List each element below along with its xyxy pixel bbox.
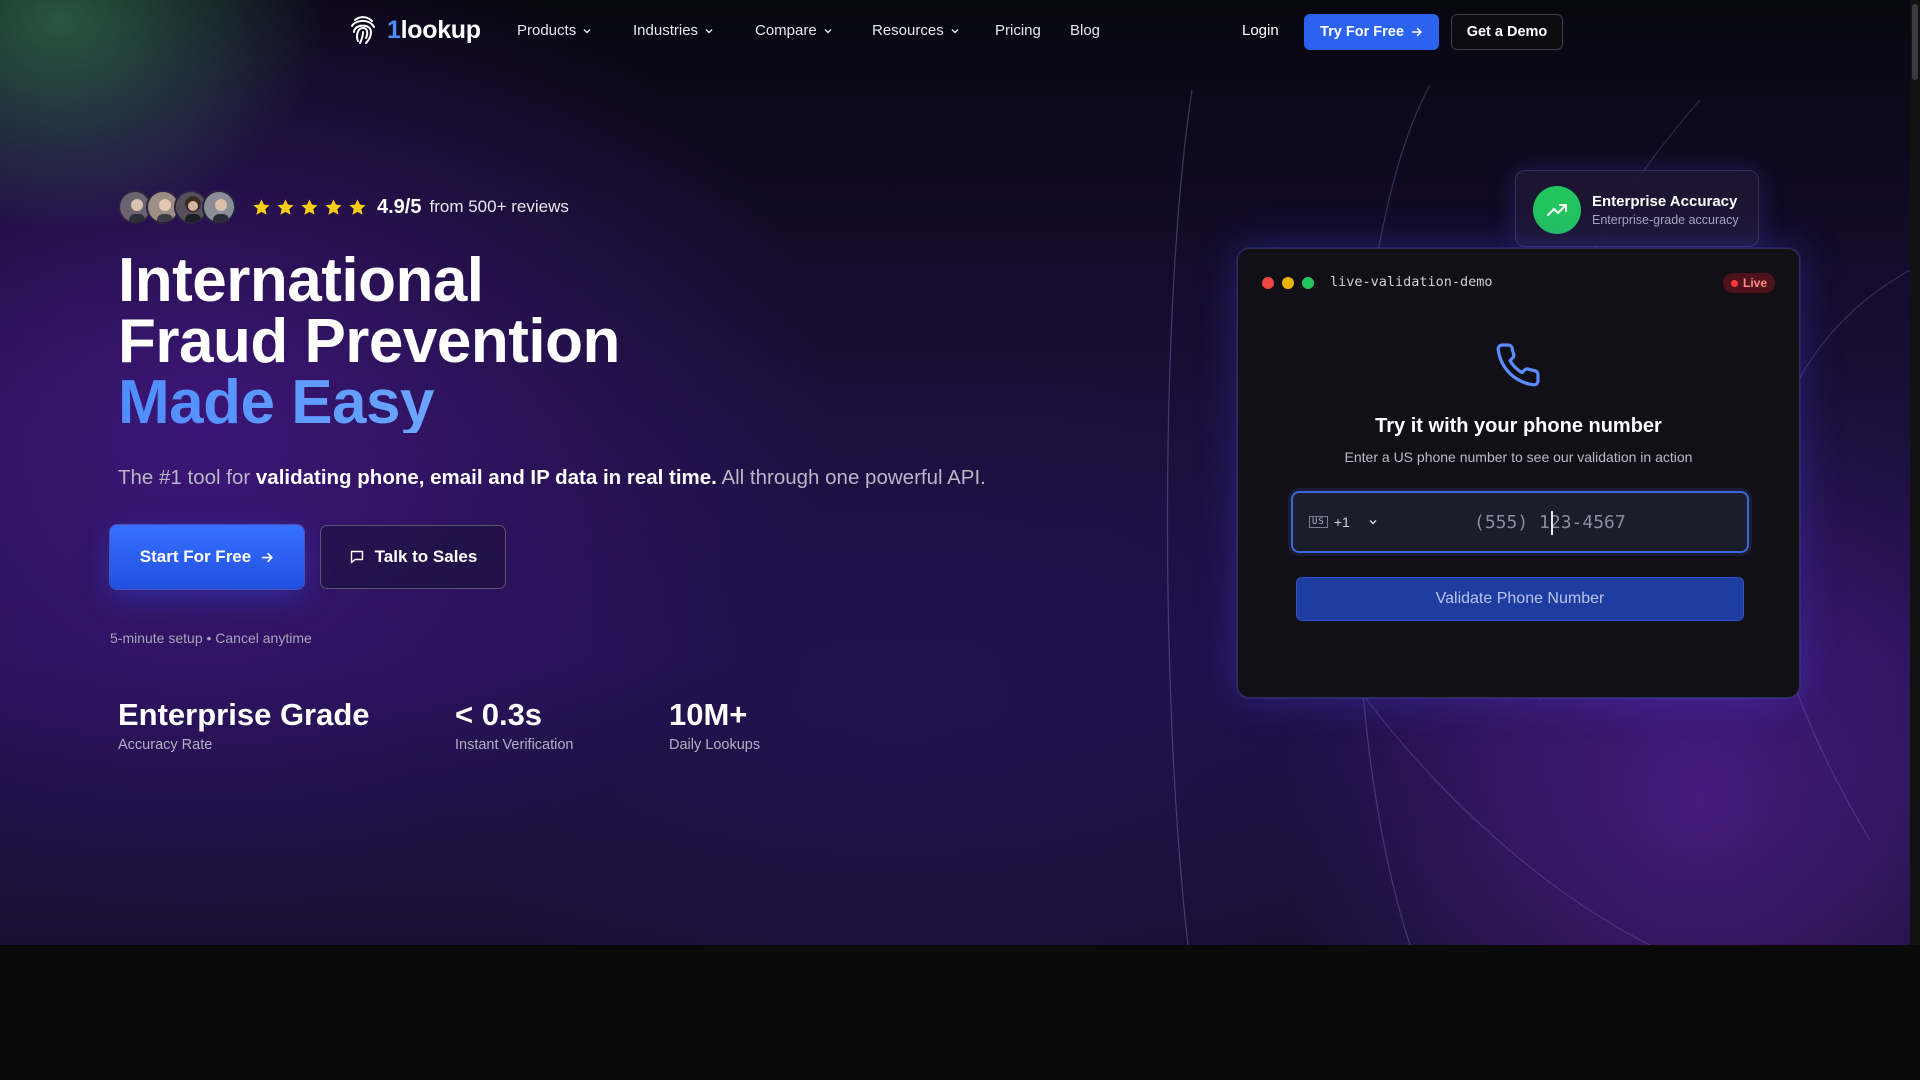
nav-blog[interactable]: Blog bbox=[1070, 22, 1100, 39]
try-free-button[interactable]: Try For Free bbox=[1304, 14, 1439, 50]
country-code: +1 bbox=[1333, 514, 1350, 530]
stat-value: 10M+ bbox=[669, 697, 748, 732]
star-rating bbox=[252, 198, 367, 217]
text-cursor bbox=[1551, 511, 1553, 535]
badge-subtitle: Enterprise-grade accuracy bbox=[1592, 213, 1739, 227]
chevron-down-icon bbox=[583, 28, 591, 33]
nav-blog-label: Blog bbox=[1070, 22, 1101, 39]
rating-reviews: from 500+ reviews bbox=[429, 197, 569, 216]
enterprise-accuracy-badge: Enterprise Accuracy Enterprise-grade acc… bbox=[1515, 170, 1759, 247]
phone-icon bbox=[1496, 343, 1540, 387]
nav-products-label: Products bbox=[517, 22, 577, 39]
window-close-dot bbox=[1262, 277, 1274, 289]
stat-value: Enterprise Grade bbox=[118, 697, 370, 732]
top-nav: 1lookup Products Industries Compare Reso… bbox=[0, 0, 1910, 64]
live-label: Live bbox=[1742, 276, 1767, 290]
us-flag-icon: US bbox=[1309, 516, 1328, 528]
hero-title-accent: Made Easy bbox=[118, 372, 620, 434]
try-free-label: Try For Free bbox=[1320, 24, 1404, 40]
talk-to-sales-button[interactable]: Talk to Sales bbox=[320, 525, 506, 589]
star-icon bbox=[325, 198, 342, 215]
nav-industries-label: Industries bbox=[633, 22, 699, 39]
stat-label: Accuracy Rate bbox=[118, 737, 213, 753]
setup-note: 5-minute setup • Cancel anytime bbox=[110, 630, 312, 646]
chevron-down-icon bbox=[1369, 519, 1377, 525]
stat-speed: < 0.3s Instant Verification bbox=[455, 697, 574, 753]
rating-row: 4.9/5 from 500+ reviews bbox=[118, 190, 569, 224]
scrollbar-thumb[interactable] bbox=[1912, 4, 1918, 80]
arrow-right-icon bbox=[262, 552, 274, 562]
stat-label: Instant Verification bbox=[455, 737, 574, 753]
nav-compare[interactable]: Compare bbox=[755, 22, 833, 39]
hero-subtitle: The #1 tool for validating phone, email … bbox=[118, 466, 986, 489]
nav-pricing-label: Pricing bbox=[995, 22, 1041, 39]
chevron-down-icon bbox=[705, 28, 713, 33]
stat-value: < 0.3s bbox=[455, 697, 543, 732]
rating-score: 4.9/5 bbox=[377, 195, 422, 218]
footer-band bbox=[0, 945, 1920, 1080]
avatar bbox=[202, 190, 236, 224]
nav-compare-label: Compare bbox=[755, 22, 817, 39]
fingerprint-icon bbox=[351, 16, 375, 44]
chat-icon bbox=[350, 550, 363, 564]
nav-industries[interactable]: Industries bbox=[633, 22, 714, 39]
live-dot-icon bbox=[1730, 279, 1738, 287]
star-icon bbox=[277, 198, 294, 215]
start-free-label: Start For Free bbox=[139, 547, 252, 566]
live-badge: Live bbox=[1722, 273, 1775, 293]
phone-number-input[interactable]: US +1 (555) 123-4567 bbox=[1291, 491, 1749, 553]
login-link[interactable]: Login bbox=[1242, 22, 1279, 39]
nav-products[interactable]: Products bbox=[517, 22, 592, 39]
star-icon bbox=[301, 198, 318, 215]
arrow-right-icon bbox=[1411, 27, 1422, 37]
validate-phone-button[interactable]: Validate Phone Number bbox=[1296, 577, 1744, 621]
hero-title-line1: International bbox=[118, 246, 484, 315]
window-maximize-dot bbox=[1302, 277, 1314, 289]
trending-up-icon bbox=[1533, 186, 1581, 234]
logo-text: 1lookup bbox=[387, 15, 481, 44]
nav-pricing[interactable]: Pricing bbox=[995, 22, 1041, 39]
nav-resources[interactable]: Resources bbox=[872, 22, 960, 39]
star-icon bbox=[253, 198, 270, 215]
chevron-down-icon bbox=[824, 28, 832, 33]
talk-to-sales-label: Talk to Sales bbox=[374, 547, 478, 566]
live-demo-card: live-validation-demo Live Try it with yo… bbox=[1237, 248, 1800, 698]
stat-accuracy: Enterprise Grade Accuracy Rate bbox=[118, 697, 370, 753]
country-code-select[interactable]: US +1 bbox=[1309, 514, 1378, 530]
stat-label: Daily Lookups bbox=[669, 737, 761, 753]
window-minimize-dot bbox=[1282, 277, 1294, 289]
nav-resources-label: Resources bbox=[872, 22, 944, 39]
demo-heading: Try it with your phone number bbox=[1375, 415, 1662, 437]
phone-placeholder: (555) 123-4567 bbox=[1474, 512, 1626, 533]
logo[interactable]: 1lookup bbox=[347, 14, 481, 46]
stat-lookups: 10M+ Daily Lookups bbox=[669, 697, 760, 753]
scrollbar[interactable] bbox=[1910, 0, 1920, 945]
hero-title-line2: Fraud Prevention bbox=[118, 307, 620, 376]
start-free-button[interactable]: Start For Free bbox=[110, 525, 304, 589]
reviewer-avatars bbox=[118, 190, 236, 224]
star-icon bbox=[349, 198, 366, 215]
chevron-down-icon bbox=[951, 28, 959, 33]
badge-title: Enterprise Accuracy bbox=[1592, 193, 1738, 210]
hero-title: International Fraud Prevention Made Easy bbox=[118, 246, 620, 434]
get-demo-button[interactable]: Get a Demo bbox=[1451, 14, 1563, 50]
demo-window-title: live-validation-demo bbox=[1330, 274, 1493, 290]
demo-subheading: Enter a US phone number to see our valid… bbox=[1344, 449, 1693, 465]
